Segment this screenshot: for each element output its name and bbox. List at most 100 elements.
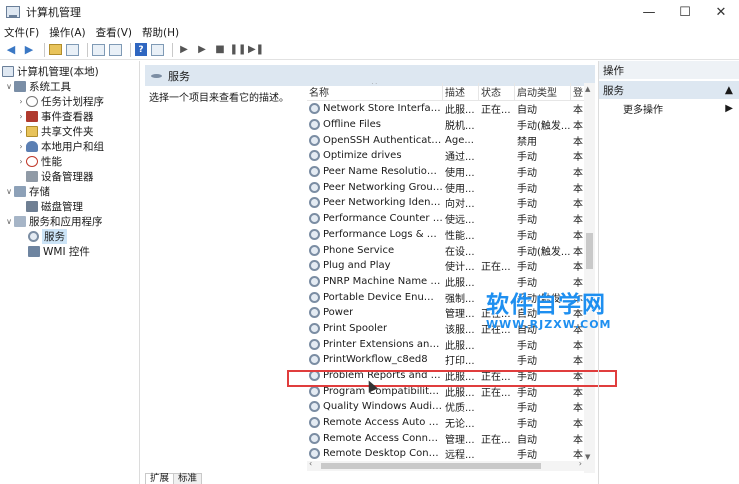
service-name-cell: Remote Access Connecti... [307,432,443,444]
service-row[interactable]: Remote Access Connecti... 管理... 正在... 自动 本 [307,430,584,446]
tree-node-services[interactable]: 服务 [0,229,139,244]
services-rows: Network Store Interface ... 此服... 正在... 自动本… [307,101,584,462]
collapse-chevron-icon[interactable]: ∨ [4,217,14,226]
column-header-description[interactable]: 描述 [443,83,479,101]
service-name-cell: Performance Logs & Aler... [307,228,443,240]
service-name-cell: Optimize drives [307,150,443,162]
vertical-scrollbar[interactable]: ▲ ▼ [584,83,595,473]
service-row[interactable]: Optimize drives 通过... 手动 本 [307,148,584,164]
service-row[interactable]: Remote Desktop Configu...远程...手动本 [307,446,584,462]
show-hide-tree-icon[interactable] [66,43,79,56]
scrollbar-thumb[interactable] [586,233,593,269]
service-row[interactable]: Peer Name Resolution Pr... 使用... 手动 本 [307,164,584,180]
menu-help[interactable]: 帮助(H) [142,25,179,40]
service-row[interactable]: Remote Access Auto Con...无论... 手动 本 [307,415,584,431]
title-bar: 计算机管理 — ☐ ✕ [0,0,739,24]
tree-node-services-apps[interactable]: ∨ 服务和应用程序 [0,214,139,229]
service-gear-icon [309,260,320,272]
service-row[interactable]: Offline Files 脱机... 手动(触发... 本 [307,117,584,133]
tree-node-storage[interactable]: ∨ 存储 [0,184,139,199]
tree-node-task-scheduler[interactable]: › 任务计划程序 [0,94,139,109]
tree-node-local-users[interactable]: › 本地用户和组 [0,139,139,154]
service-row[interactable]: Quality Windows Audio V...优质... 手动 本 [307,399,584,415]
expand-chevron-icon[interactable]: › [16,97,26,106]
expand-chevron-icon[interactable]: › [16,127,26,136]
export-list-icon[interactable] [109,43,122,56]
service-row[interactable]: OpenSSH Authentication ...Age... 禁用 本 [307,132,584,148]
start-service-icon[interactable]: ▶ [177,43,191,57]
tree-node-performance[interactable]: › 性能 [0,154,139,169]
service-row[interactable]: PrintWorkflow_c8ed8 打印... 手动 本 [307,352,584,368]
help-icon[interactable]: ? [135,43,147,56]
tab-extended[interactable]: 扩展 [145,473,175,484]
menu-file[interactable]: 文件(F) [4,25,39,40]
column-header-status[interactable]: 状态 [479,83,515,101]
forward-arrow-icon[interactable]: ▶ [22,43,36,57]
service-description: 远程... [445,450,475,462]
scroll-up-icon[interactable]: ▲ [585,85,590,93]
tree-node-wmi[interactable]: WMI 控件 [0,244,139,259]
service-name: Phone Service [323,244,395,256]
tree-node-event-viewer[interactable]: › 事件查看器 [0,109,139,124]
service-name-cell: Remote Desktop Configu... [307,448,443,460]
service-name: Peer Name Resolution Pr... [323,166,443,178]
scroll-down-icon[interactable]: ▼ [585,453,590,461]
scrollbar-thumb[interactable] [321,463,541,469]
collapse-up-icon[interactable]: ▲ [725,84,733,96]
up-folder-icon[interactable] [49,44,62,55]
service-description: 使远... [445,215,475,227]
service-row[interactable]: Performance Logs & Aler... 性能... 手动 本 [307,227,584,243]
service-name: Portable Device Enumera... [323,291,443,303]
tab-standard[interactable]: 标准 [173,473,203,484]
tree-node-root[interactable]: 计算机管理(本地) [0,64,139,79]
service-row[interactable]: Phone Service 在设... 手动(触发... 本 [307,242,584,258]
tree-node-shared-folders[interactable]: › 共享文件夹 [0,124,139,139]
tree-label: 系统工具 [29,81,71,93]
horizontal-scrollbar[interactable]: ‹ › [307,459,584,471]
service-row[interactable]: Peer Networking Groupi... 使用... 手动 本 [307,179,584,195]
expand-chevron-icon[interactable]: › [16,112,26,121]
service-logon-as: 本 [573,246,583,258]
refresh-icon[interactable] [92,43,105,56]
restart-service-icon[interactable]: ▶❚ [248,43,264,57]
watermark-logo: 软件自学网 WWW.RJZXW.COM [486,292,636,340]
service-name: Quality Windows Audio V... [323,401,443,413]
expand-chevron-icon[interactable]: › [16,142,26,151]
service-row[interactable]: Network Store Interface ... 此服... 正在... 自动 本 [307,101,584,117]
toolbar-separator [44,42,45,57]
service-name-cell: Peer Networking Identity... [307,197,443,209]
tree-node-system-tools[interactable]: ∨ 系统工具 [0,79,139,94]
scroll-right-icon[interactable]: › [579,459,582,468]
menu-action[interactable]: 操作(A) [49,25,85,40]
actions-section-services[interactable]: 服务 ▲ [599,81,739,99]
service-name-cell: Power [307,307,443,319]
service-gear-icon [309,103,320,115]
scroll-left-icon[interactable]: ‹ [309,459,312,468]
tree-node-device-manager[interactable]: 设备管理器 [0,169,139,184]
back-arrow-icon[interactable]: ◀ [4,43,18,57]
service-row[interactable]: Performance Counter DL... 使远... 手动 本 [307,211,584,227]
service-startup-type: 手动 [517,152,537,164]
expand-chevron-icon[interactable]: › [16,157,26,166]
service-name: Remote Access Auto Con... [323,417,443,429]
stop-service-icon[interactable]: ■ [213,43,227,57]
start-service-alt-icon[interactable]: ▶ [195,43,209,57]
service-gear-icon [309,119,320,131]
menu-view[interactable]: 查看(V) [96,25,132,40]
service-row[interactable]: PNRP Machine Name Pu... 此服... 手动 本 [307,274,584,290]
tree-label: 服务 [42,229,67,244]
maximize-button[interactable]: ☐ [667,0,703,24]
tree-node-disk-management[interactable]: 磁盘管理 [0,199,139,214]
service-name-cell: Print Spooler [307,322,443,334]
more-actions-item[interactable]: 更多操作 ▶ [599,99,739,117]
collapse-chevron-icon[interactable]: ∨ [4,187,14,196]
service-row[interactable]: Plug and Play 使计... 正在... 手动 本 [307,258,584,274]
close-button[interactable]: ✕ [703,0,739,24]
column-header-startup-type[interactable]: 启动类型 [515,83,571,101]
pause-service-icon[interactable]: ❚❚ [230,43,247,57]
service-row[interactable]: Peer Networking Identity... 向对... 手动 本 [307,195,584,211]
service-name: Remote Desktop Configu... [323,448,443,460]
collapse-chevron-icon[interactable]: ∨ [4,82,14,91]
properties-icon[interactable] [151,43,164,56]
minimize-button[interactable]: — [631,0,667,24]
